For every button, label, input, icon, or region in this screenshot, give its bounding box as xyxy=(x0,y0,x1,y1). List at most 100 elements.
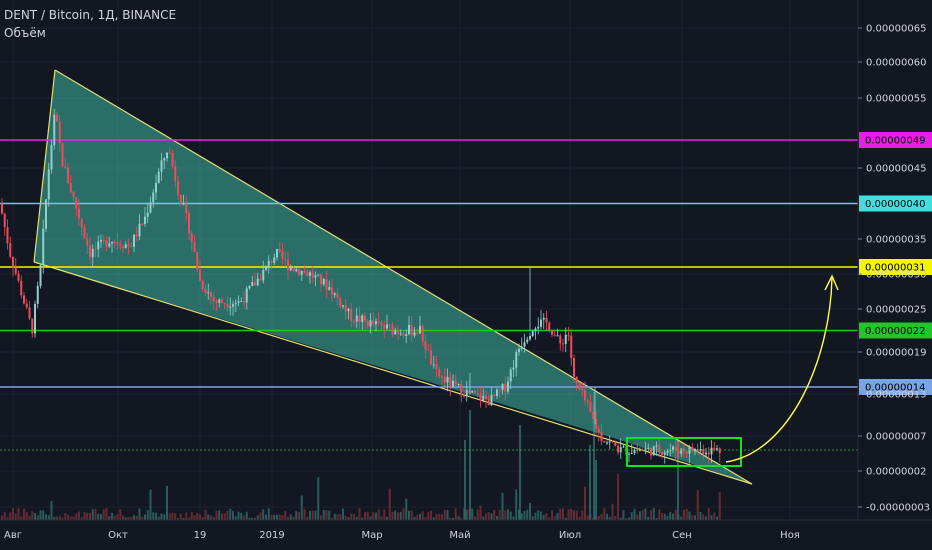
volume-bar xyxy=(23,508,25,520)
chart-window[interactable]: 0.00000049 0.00000040 0.00000031 0.00000022… xyxy=(0,0,932,550)
candle-body xyxy=(306,272,309,276)
volume-bar xyxy=(702,514,705,520)
volume-bar xyxy=(603,508,606,520)
volume-bar xyxy=(237,511,240,520)
candle-body xyxy=(685,451,688,454)
chart-legend: DENT / Bitcoin, 1Д, BINANCE Объём xyxy=(4,8,176,40)
volume-bar xyxy=(146,510,149,520)
candle-body xyxy=(256,278,259,286)
candle-body xyxy=(573,358,575,377)
candle-body xyxy=(589,402,592,412)
candle-body xyxy=(300,270,303,275)
candle-body xyxy=(707,452,710,455)
volume-bar xyxy=(298,512,300,520)
candle-body xyxy=(485,395,487,400)
volume-bar xyxy=(179,513,182,520)
time-tick-label: Июл xyxy=(559,530,581,541)
candle-body xyxy=(383,325,386,329)
price-chart[interactable]: 0.000000490.000000400.000000310.00000022… xyxy=(0,0,932,550)
candle-body xyxy=(416,332,419,334)
candle-body xyxy=(72,191,75,198)
candle-body xyxy=(677,451,680,454)
candle-body xyxy=(479,393,482,401)
candle-body xyxy=(133,234,135,247)
candle-body xyxy=(12,256,14,268)
volume-bar xyxy=(122,515,124,520)
volume-bar xyxy=(69,516,72,520)
volume-bar xyxy=(317,477,320,520)
price-tick-label: 0.00000013 xyxy=(866,390,926,401)
volume-bar xyxy=(166,486,168,520)
volume-bar xyxy=(573,510,575,520)
candle-body xyxy=(270,260,273,263)
candle-body xyxy=(460,384,463,396)
volume-bar xyxy=(402,508,405,520)
candle-body xyxy=(325,278,328,290)
symbol-title[interactable]: DENT / Bitcoin, 1Д, BINANCE xyxy=(4,8,176,22)
volume-bar xyxy=(636,514,639,520)
volume-bar xyxy=(328,510,331,520)
volume-bar xyxy=(113,515,116,520)
volume-bar xyxy=(419,513,421,520)
price-tick-label: 0.00000019 xyxy=(866,348,926,359)
candle-body xyxy=(358,315,361,323)
volume-bar xyxy=(196,513,199,520)
volume-bar xyxy=(542,514,545,520)
volume-bar xyxy=(498,509,501,520)
candle-body xyxy=(36,285,39,304)
volume-bar xyxy=(493,509,496,520)
volume-bar xyxy=(100,514,102,520)
candle-body xyxy=(111,241,113,244)
volume-bar xyxy=(276,514,278,520)
candle-body xyxy=(597,428,600,433)
volume-bar xyxy=(399,511,402,520)
volume-bar xyxy=(138,508,141,520)
candle-body xyxy=(372,320,375,325)
candle-body xyxy=(658,445,661,453)
candle-body xyxy=(141,223,144,225)
volume-bar xyxy=(512,516,515,520)
volume-bar xyxy=(375,512,377,520)
candle-body xyxy=(25,303,28,308)
volume-bar xyxy=(520,513,523,520)
volume-bar xyxy=(333,513,336,520)
candle-body xyxy=(438,369,441,377)
candle-body xyxy=(509,369,512,382)
candle-body xyxy=(171,153,174,167)
volume-bar xyxy=(441,514,443,520)
candle-body xyxy=(523,342,526,347)
candle-body xyxy=(421,325,424,342)
candle-body xyxy=(166,152,168,159)
candle-body xyxy=(716,448,718,450)
candle-body xyxy=(408,325,410,335)
volume-bar xyxy=(47,515,50,520)
candle-body xyxy=(663,452,666,455)
price-tick-label: 0.00000060 xyxy=(866,58,926,69)
volume-bar xyxy=(388,488,391,520)
candle-body xyxy=(245,288,248,303)
candle-body xyxy=(23,295,25,304)
volume-bar xyxy=(380,516,383,520)
volume-bar xyxy=(245,511,248,520)
volume-bar xyxy=(369,516,372,520)
price-tick-label: 0.00000030 xyxy=(866,270,926,281)
candle-body xyxy=(377,321,380,323)
candle-body xyxy=(586,400,589,403)
candle-body xyxy=(463,395,465,397)
volume-bar xyxy=(487,512,490,520)
candle-body xyxy=(14,267,17,274)
candle-body xyxy=(435,364,438,370)
candle-body xyxy=(430,350,432,365)
candle-body xyxy=(287,259,289,271)
candle-body xyxy=(322,278,325,285)
candle-body xyxy=(427,349,430,351)
volume-indicator-label[interactable]: Объём xyxy=(4,26,176,40)
volume-bar xyxy=(633,508,636,520)
volume-bar xyxy=(300,495,303,520)
volume-bar xyxy=(185,512,188,520)
candle-body xyxy=(650,447,652,456)
candle-body xyxy=(424,341,427,350)
volume-bar xyxy=(45,514,47,520)
candle-body xyxy=(223,303,226,305)
volume-bar xyxy=(262,509,265,520)
